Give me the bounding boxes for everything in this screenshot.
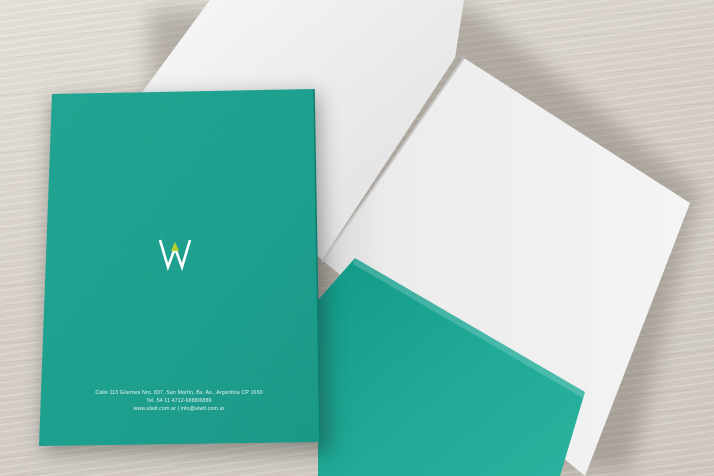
cover-phone-text: Tel. 54 11 4712-6888/6889	[146, 398, 212, 404]
cover-address-text: Calle 113 Güemes Nro. 837, San Martín, B…	[95, 390, 263, 396]
folder-scene	[39, 0, 700, 476]
cover-web-text: www.alwit.com.ar | info@alwit.com.ar	[133, 406, 225, 412]
